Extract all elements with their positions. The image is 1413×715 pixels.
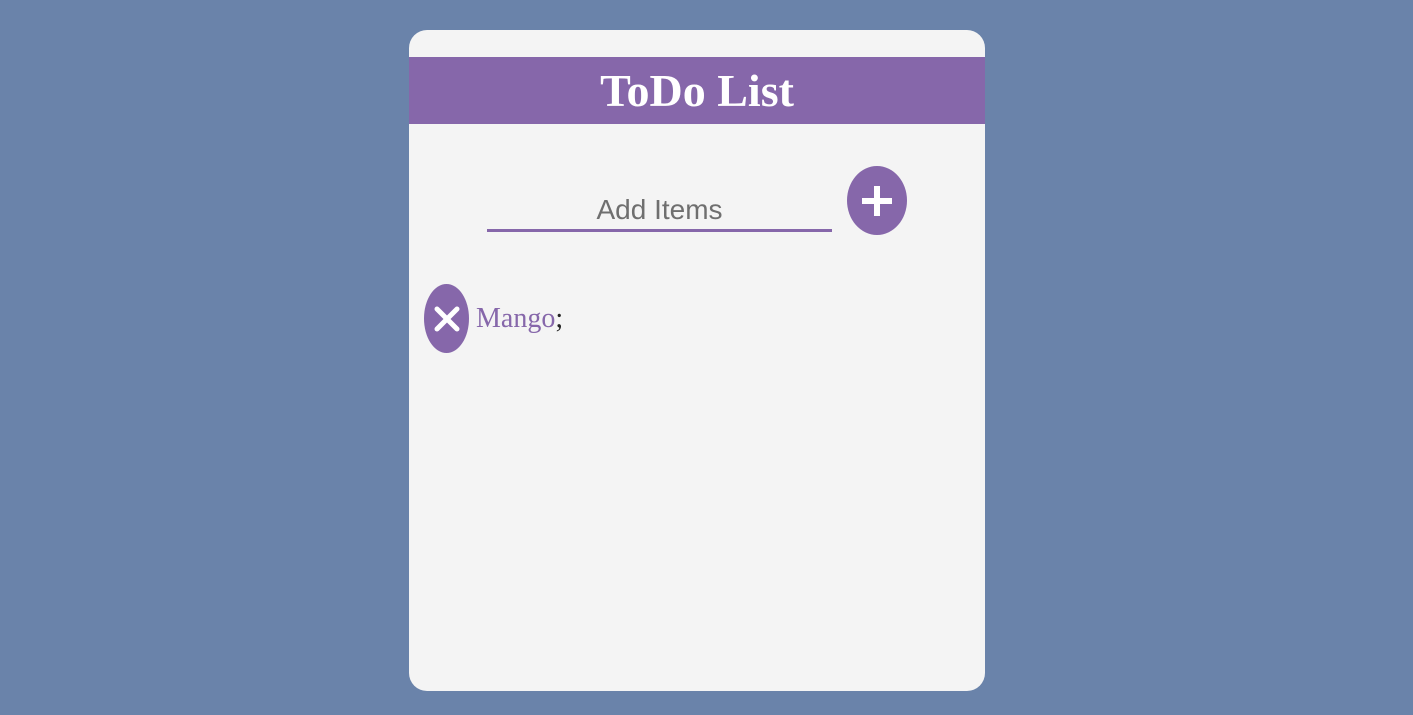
todo-card: ToDo List Mango;: [409, 30, 985, 691]
header-bar: ToDo List: [409, 57, 985, 124]
add-item-input[interactable]: [487, 190, 832, 232]
list-item: Mango;: [424, 284, 563, 353]
delete-item-button[interactable]: [424, 284, 469, 353]
page-title: ToDo List: [600, 64, 794, 116]
add-item-button[interactable]: [847, 166, 907, 235]
list-item-text: Mango: [476, 302, 556, 334]
plus-icon: [862, 185, 892, 216]
todo-list: Mango;: [424, 284, 563, 353]
close-icon: [434, 306, 459, 331]
list-item-suffix: ;: [555, 302, 564, 334]
